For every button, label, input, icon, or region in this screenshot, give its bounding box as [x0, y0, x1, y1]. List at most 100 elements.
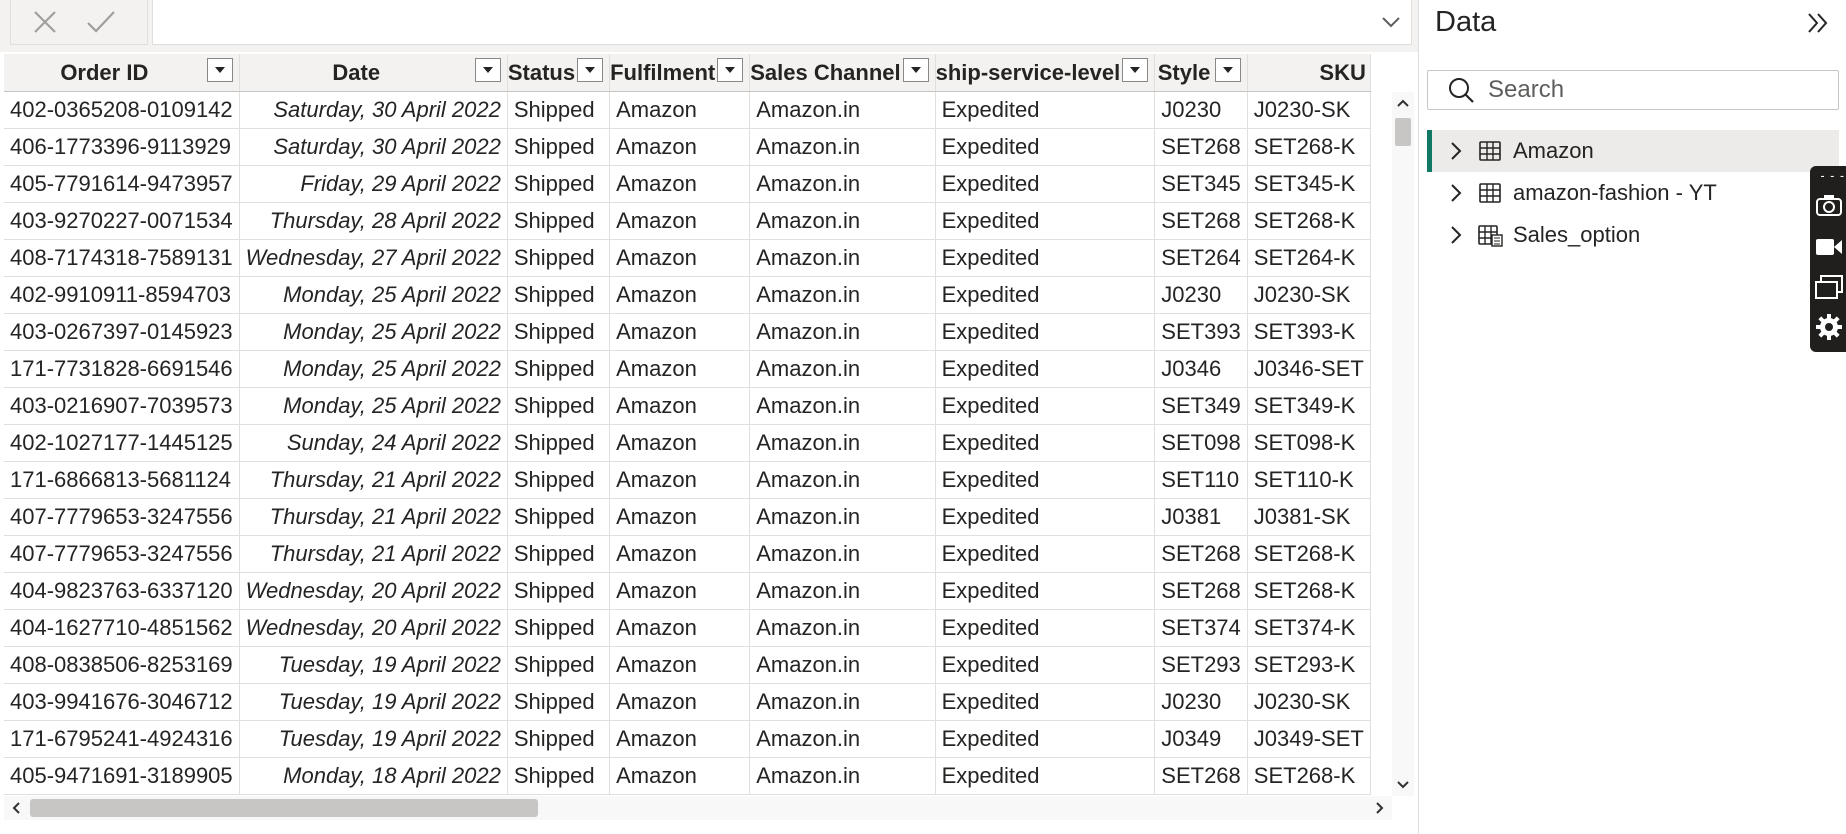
data-table-item[interactable]: Amazon	[1427, 130, 1839, 172]
cell-sku[interactable]: SET268-K	[1247, 535, 1371, 573]
cell-date[interactable]: Sunday, 24 April 2022	[239, 424, 508, 462]
cell-ship-service-level[interactable]: Expedited	[935, 609, 1156, 647]
cell-ship-service-level[interactable]: Expedited	[935, 165, 1156, 203]
column-header-ship-service-level[interactable]: ship-service-level	[935, 54, 1156, 92]
chevron-right-icon[interactable]	[1443, 222, 1469, 248]
cell-ship-service-level[interactable]: Expedited	[935, 91, 1156, 129]
cell-sku[interactable]: J0346-SET	[1247, 350, 1371, 388]
cell-order-id[interactable]: 171-6866813-5681124	[4, 461, 240, 499]
filter-dropdown-icon[interactable]	[1122, 58, 1149, 82]
cell-status[interactable]: Shipped	[507, 202, 611, 240]
vertical-scroll-thumb[interactable]	[1395, 118, 1411, 146]
column-header-order-id[interactable]: Order ID	[4, 54, 240, 92]
cell-order-id[interactable]: 403-0216907-7039573	[4, 387, 240, 425]
cell-sales-channel[interactable]: Amazon.in	[749, 276, 936, 314]
table-row[interactable]: 403-0267397-0145923 Monday, 25 April 2022…	[4, 313, 1371, 351]
cell-date[interactable]: Wednesday, 20 April 2022	[239, 572, 508, 610]
cell-fulfilment[interactable]: Amazon	[609, 313, 751, 351]
cell-sku[interactable]: SET393-K	[1247, 313, 1371, 351]
cell-style[interactable]: SET110	[1154, 461, 1248, 499]
cell-ship-service-level[interactable]: Expedited	[935, 461, 1156, 499]
cell-fulfilment[interactable]: Amazon	[609, 128, 751, 166]
column-header-style[interactable]: Style	[1154, 54, 1248, 92]
cell-style[interactable]: J0230	[1154, 683, 1248, 721]
cell-ship-service-level[interactable]: Expedited	[935, 646, 1156, 684]
cell-status[interactable]: Shipped	[507, 498, 611, 536]
column-header-fulfilment[interactable]: Fulfilment	[609, 54, 751, 92]
cell-date[interactable]: Thursday, 21 April 2022	[239, 535, 508, 573]
cell-ship-service-level[interactable]: Expedited	[935, 424, 1156, 462]
cell-ship-service-level[interactable]: Expedited	[935, 350, 1156, 388]
cell-sales-channel[interactable]: Amazon.in	[749, 646, 936, 684]
chevron-right-icon[interactable]	[1443, 180, 1469, 206]
cell-sku[interactable]: SET345-K	[1247, 165, 1371, 203]
cell-status[interactable]: Shipped	[507, 387, 611, 425]
cell-date[interactable]: Thursday, 28 April 2022	[239, 202, 508, 240]
horizontal-scrollbar[interactable]	[4, 796, 1392, 820]
cell-status[interactable]: Shipped	[507, 535, 611, 573]
cell-fulfilment[interactable]: Amazon	[609, 683, 751, 721]
table-row[interactable]: 171-7731828-6691546 Monday, 25 April 2022…	[4, 350, 1371, 388]
horizontal-scroll-thumb[interactable]	[30, 799, 538, 817]
table-row[interactable]: 402-0365208-0109142 Saturday, 30 April 20…	[4, 91, 1371, 129]
cell-ship-service-level[interactable]: Expedited	[935, 683, 1156, 721]
cell-ship-service-level[interactable]: Expedited	[935, 239, 1156, 277]
cell-sales-channel[interactable]: Amazon.in	[749, 720, 936, 758]
drag-handle-icon[interactable]: ⁃ ⁃ ⁃	[1820, 172, 1846, 183]
column-header-date[interactable]: Date	[239, 54, 508, 92]
cell-date[interactable]: Saturday, 30 April 2022	[239, 128, 508, 166]
cell-sku[interactable]: SET098-K	[1247, 424, 1371, 462]
cell-status[interactable]: Shipped	[507, 350, 611, 388]
cell-style[interactable]: SET345	[1154, 165, 1248, 203]
scroll-right-icon[interactable]	[1368, 796, 1392, 820]
table-row[interactable]: 403-0216907-7039573 Monday, 25 April 2022…	[4, 387, 1371, 425]
scroll-up-icon[interactable]	[1392, 92, 1414, 114]
cell-sku[interactable]: J0381-SK	[1247, 498, 1371, 536]
cell-status[interactable]: Shipped	[507, 424, 611, 462]
cell-status[interactable]: Shipped	[507, 276, 611, 314]
camera-icon[interactable]	[1814, 190, 1844, 220]
cell-fulfilment[interactable]: Amazon	[609, 646, 751, 684]
cell-date[interactable]: Tuesday, 19 April 2022	[239, 646, 508, 684]
cell-fulfilment[interactable]: Amazon	[609, 757, 751, 795]
cell-order-id[interactable]: 407-7779653-3247556	[4, 535, 240, 573]
cell-style[interactable]: J0346	[1154, 350, 1248, 388]
cell-fulfilment[interactable]: Amazon	[609, 720, 751, 758]
cell-fulfilment[interactable]: Amazon	[609, 387, 751, 425]
cell-fulfilment[interactable]: Amazon	[609, 535, 751, 573]
cell-ship-service-level[interactable]: Expedited	[935, 202, 1156, 240]
cell-style[interactable]: J0230	[1154, 276, 1248, 314]
cell-sales-channel[interactable]: Amazon.in	[749, 313, 936, 351]
cell-status[interactable]: Shipped	[507, 313, 611, 351]
cell-date[interactable]: Saturday, 30 April 2022	[239, 91, 508, 129]
cell-sku[interactable]: SET268-K	[1247, 757, 1371, 795]
table-row[interactable]: 407-7779653-3247556 Thursday, 21 April 20…	[4, 498, 1371, 536]
cell-style[interactable]: SET098	[1154, 424, 1248, 462]
cell-sales-channel[interactable]: Amazon.in	[749, 572, 936, 610]
cell-order-id[interactable]: 403-0267397-0145923	[4, 313, 240, 351]
collapse-pane-icon[interactable]	[1803, 8, 1833, 38]
cell-status[interactable]: Shipped	[507, 720, 611, 758]
cell-sku[interactable]: SET293-K	[1247, 646, 1371, 684]
table-row[interactable]: 403-9941676-3046712 Tuesday, 19 April 202…	[4, 683, 1371, 721]
cell-fulfilment[interactable]: Amazon	[609, 609, 751, 647]
cell-order-id[interactable]: 404-9823763-6337120	[4, 572, 240, 610]
cell-ship-service-level[interactable]: Expedited	[935, 498, 1156, 536]
table-row[interactable]: 405-7791614-9473957 Friday, 29 April 2022…	[4, 165, 1371, 203]
cell-order-id[interactable]: 402-0365208-0109142	[4, 91, 240, 129]
table-row[interactable]: 407-7779653-3247556 Thursday, 21 April 20…	[4, 535, 1371, 573]
cell-sku[interactable]: J0349-SET	[1247, 720, 1371, 758]
window-icon[interactable]	[1814, 272, 1844, 302]
column-header-sales-channel[interactable]: Sales Channel	[749, 54, 936, 92]
cell-order-id[interactable]: 171-6795241-4924316	[4, 720, 240, 758]
cell-date[interactable]: Thursday, 21 April 2022	[239, 461, 508, 499]
filter-dropdown-icon[interactable]	[474, 58, 501, 82]
cell-status[interactable]: Shipped	[507, 91, 611, 129]
cell-order-id[interactable]: 408-7174318-7589131	[4, 239, 240, 277]
cell-order-id[interactable]: 408-0838506-8253169	[4, 646, 240, 684]
cell-ship-service-level[interactable]: Expedited	[935, 387, 1156, 425]
table-row[interactable]: 402-1027177-1445125 Sunday, 24 April 2022…	[4, 424, 1371, 462]
cell-fulfilment[interactable]: Amazon	[609, 424, 751, 462]
table-row[interactable]: 408-0838506-8253169 Tuesday, 19 April 202…	[4, 646, 1371, 684]
check-icon[interactable]	[79, 0, 123, 44]
